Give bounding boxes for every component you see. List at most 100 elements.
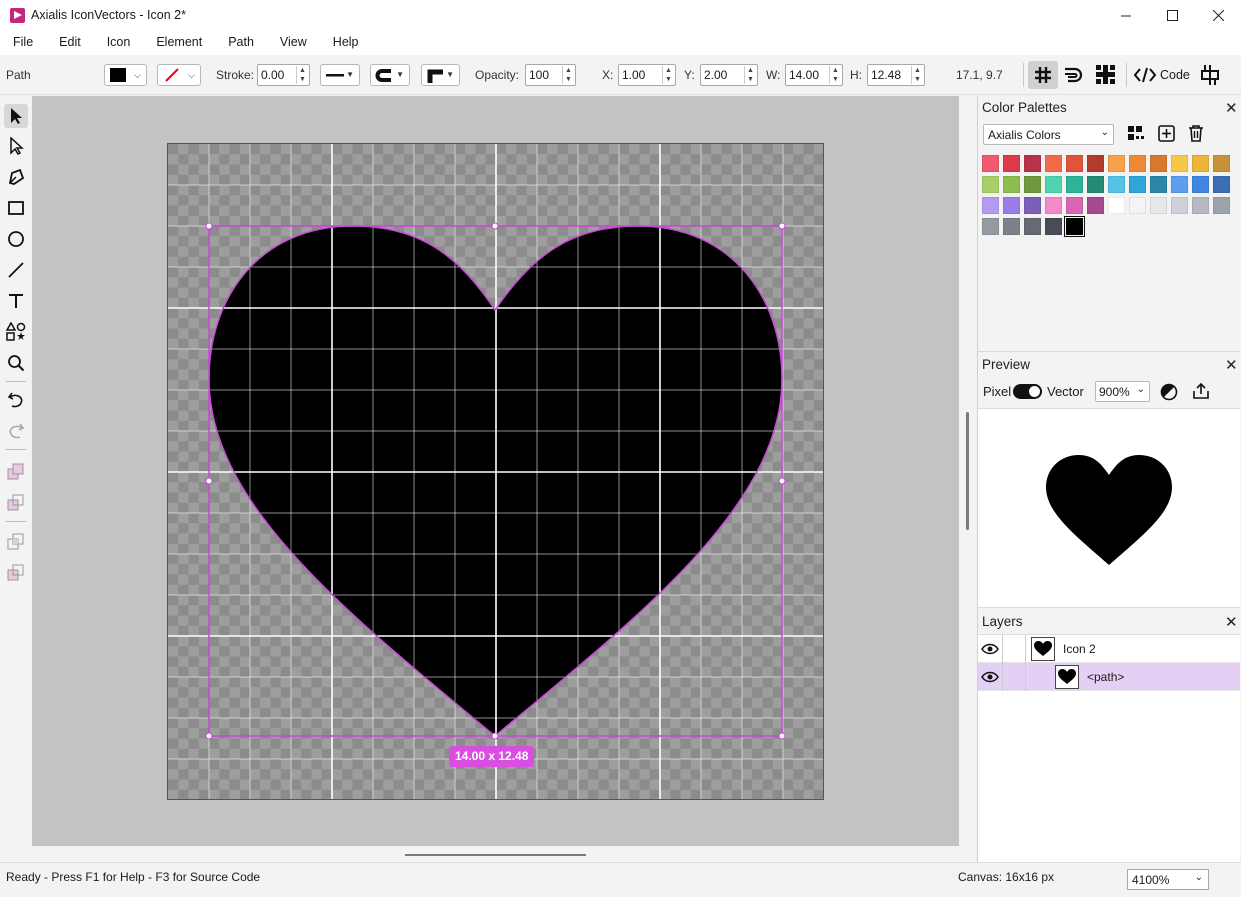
trash-icon[interactable] bbox=[1188, 125, 1204, 145]
select-arrow-icon[interactable] bbox=[4, 104, 28, 128]
color-swatch[interactable] bbox=[1171, 197, 1188, 214]
color-swatch[interactable] bbox=[982, 176, 999, 193]
color-swatch[interactable] bbox=[1150, 176, 1167, 193]
color-swatch[interactable] bbox=[1024, 218, 1041, 235]
shapes-icon[interactable] bbox=[4, 320, 28, 344]
color-swatch[interactable] bbox=[1192, 155, 1209, 172]
icon-canvas[interactable] bbox=[167, 143, 824, 800]
line-icon[interactable] bbox=[4, 258, 28, 282]
code-button[interactable]: Code bbox=[1134, 64, 1190, 86]
minimize-icon[interactable] bbox=[1103, 0, 1149, 31]
palette-dropdown[interactable]: Axialis Colors ⌄ bbox=[983, 124, 1114, 145]
rectangle-icon[interactable] bbox=[4, 196, 28, 220]
palette-grid-icon[interactable] bbox=[1128, 126, 1146, 145]
grid-icon[interactable] bbox=[1028, 61, 1058, 89]
line-style-dropdown[interactable]: ▼ bbox=[320, 64, 360, 86]
color-swatch[interactable] bbox=[1108, 176, 1125, 193]
eye-icon[interactable] bbox=[981, 670, 999, 684]
intersect-icon[interactable] bbox=[4, 530, 28, 554]
redo-icon[interactable] bbox=[4, 419, 28, 443]
color-swatch[interactable] bbox=[1066, 176, 1083, 193]
color-swatch[interactable] bbox=[1213, 197, 1230, 214]
direct-select-icon[interactable] bbox=[4, 134, 28, 158]
zoom-dropdown[interactable]: 4100% ⌄ bbox=[1127, 869, 1209, 890]
menu-file[interactable]: File bbox=[0, 31, 46, 55]
color-swatch[interactable] bbox=[1087, 197, 1104, 214]
pixel-align-icon[interactable] bbox=[1096, 65, 1116, 88]
pen-icon[interactable] bbox=[4, 165, 28, 189]
color-swatch[interactable] bbox=[1129, 176, 1146, 193]
color-swatch[interactable] bbox=[1129, 197, 1146, 214]
maximize-icon[interactable] bbox=[1149, 0, 1195, 31]
color-swatch[interactable] bbox=[982, 155, 999, 172]
snap-icon[interactable] bbox=[1063, 65, 1083, 88]
subtract-icon[interactable] bbox=[4, 491, 28, 515]
line-join-dropdown[interactable]: ▼ bbox=[421, 64, 460, 86]
color-swatch[interactable] bbox=[1171, 155, 1188, 172]
color-swatch[interactable] bbox=[1024, 176, 1041, 193]
menu-help[interactable]: Help bbox=[320, 31, 372, 55]
pixel-vector-toggle[interactable] bbox=[1013, 384, 1042, 399]
spinner-arrows-icon[interactable]: ▲ ▼ bbox=[296, 66, 308, 84]
color-swatch[interactable] bbox=[1192, 176, 1209, 193]
color-swatch[interactable] bbox=[1108, 197, 1125, 214]
color-swatch[interactable] bbox=[1150, 155, 1167, 172]
color-swatch[interactable] bbox=[1171, 176, 1188, 193]
color-swatch[interactable] bbox=[1045, 155, 1062, 172]
color-swatch[interactable] bbox=[982, 218, 999, 235]
horizontal-scrollbar[interactable] bbox=[405, 854, 586, 856]
combine-icon[interactable] bbox=[4, 460, 28, 484]
color-swatch[interactable] bbox=[1150, 197, 1167, 214]
vertical-scrollbar[interactable] bbox=[966, 412, 969, 530]
menu-path[interactable]: Path bbox=[215, 31, 267, 55]
ellipse-icon[interactable] bbox=[4, 227, 28, 251]
color-swatch[interactable] bbox=[1003, 155, 1020, 172]
height-input[interactable]: 12.48 ▲ ▼ bbox=[867, 64, 925, 86]
close-icon[interactable] bbox=[1195, 0, 1241, 31]
close-icon[interactable]: ✕ bbox=[1225, 99, 1238, 117]
add-icon[interactable] bbox=[1158, 125, 1175, 145]
color-swatch[interactable] bbox=[1192, 197, 1209, 214]
color-swatch[interactable] bbox=[1213, 155, 1230, 172]
color-swatch[interactable] bbox=[1213, 176, 1230, 193]
preview-zoom-dropdown[interactable]: 900% ⌄ bbox=[1095, 381, 1150, 402]
fill-color-dropdown[interactable]: ⌵ bbox=[104, 64, 147, 86]
color-swatch[interactable] bbox=[1129, 155, 1146, 172]
eye-icon[interactable] bbox=[981, 642, 999, 656]
close-icon[interactable]: ✕ bbox=[1225, 613, 1238, 631]
color-swatch[interactable] bbox=[1024, 197, 1041, 214]
y-input[interactable]: 2.00 ▲ ▼ bbox=[700, 64, 758, 86]
contrast-icon[interactable] bbox=[1160, 383, 1178, 404]
menu-icon[interactable]: Icon bbox=[94, 31, 144, 55]
color-swatch[interactable] bbox=[1024, 155, 1041, 172]
stroke-color-dropdown[interactable]: ⌵ bbox=[157, 64, 201, 86]
close-icon[interactable]: ✕ bbox=[1225, 356, 1238, 374]
color-swatch[interactable] bbox=[1108, 155, 1125, 172]
color-swatch[interactable] bbox=[1066, 155, 1083, 172]
menu-element[interactable]: Element bbox=[143, 31, 215, 55]
color-swatch[interactable] bbox=[1045, 176, 1062, 193]
color-swatch[interactable] bbox=[1066, 197, 1083, 214]
color-swatch[interactable] bbox=[1003, 176, 1020, 193]
canvas-drawing[interactable] bbox=[168, 144, 824, 800]
export-icon[interactable] bbox=[1192, 382, 1210, 403]
exclude-icon[interactable] bbox=[4, 561, 28, 585]
opacity-input[interactable]: 100 ▲ ▼ bbox=[525, 64, 576, 86]
text-icon[interactable] bbox=[4, 289, 28, 313]
layer-row-path[interactable]: <path> bbox=[978, 663, 1240, 691]
color-swatch[interactable] bbox=[1045, 197, 1062, 214]
color-swatch[interactable] bbox=[1087, 155, 1104, 172]
stroke-width-input[interactable]: 0.00 ▲ ▼ bbox=[257, 64, 310, 86]
line-cap-dropdown[interactable]: ▼ bbox=[370, 64, 410, 86]
color-swatch[interactable] bbox=[1003, 197, 1020, 214]
color-swatch[interactable] bbox=[1003, 218, 1020, 235]
center-icon[interactable] bbox=[1200, 65, 1220, 88]
color-swatch[interactable] bbox=[1064, 216, 1085, 237]
layer-row-icon[interactable]: Icon 2 bbox=[978, 635, 1240, 663]
menu-view[interactable]: View bbox=[267, 31, 320, 55]
menu-edit[interactable]: Edit bbox=[46, 31, 94, 55]
color-swatch[interactable] bbox=[982, 197, 999, 214]
x-input[interactable]: 1.00 ▲ ▼ bbox=[618, 64, 676, 86]
width-input[interactable]: 14.00 ▲ ▼ bbox=[785, 64, 843, 86]
zoom-icon[interactable] bbox=[4, 351, 28, 375]
